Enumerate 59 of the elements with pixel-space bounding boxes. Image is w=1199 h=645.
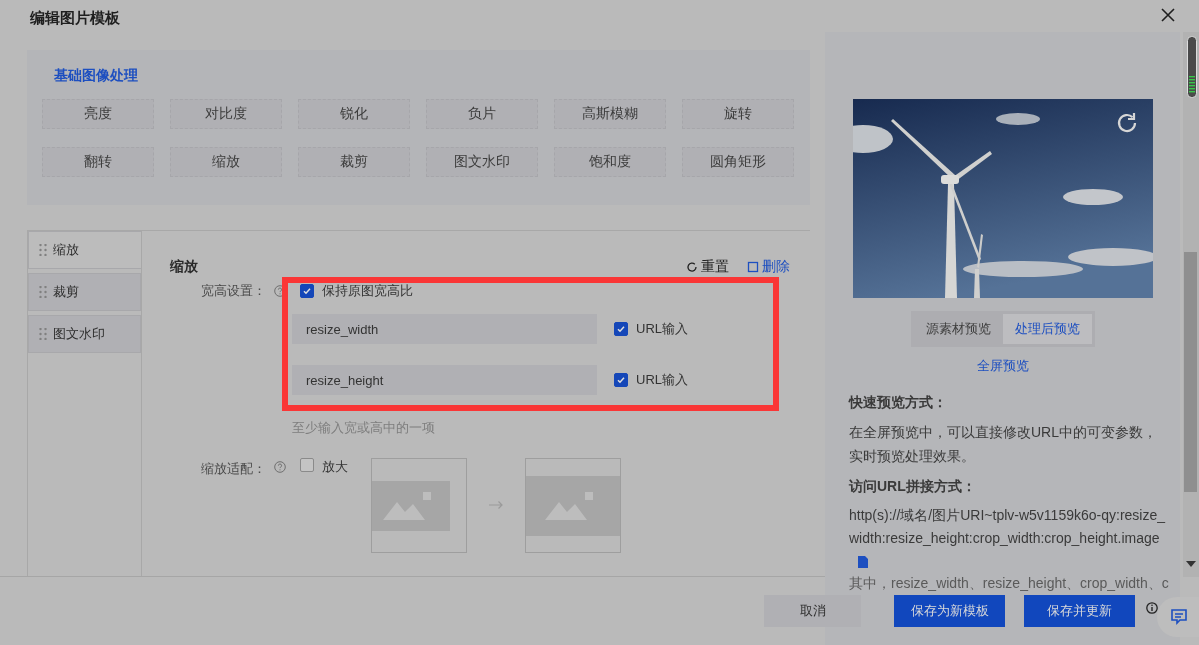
url-text: http(s)://域名/图片URI~tplv-w5v1159k6o-qy:resize_width:resize_height:crop_width:crop_height.image xyxy=(849,506,1167,548)
info-heading: 快速预览方式： xyxy=(849,393,948,412)
note-text: 其中，resize_width、resize_height、crop_width、c xyxy=(849,574,1168,593)
preview-tab[interactable]: 处理后预览 xyxy=(1002,314,1092,344)
operation-button[interactable]: 圆角矩形 xyxy=(682,147,794,177)
checkbox-label: URL输入 xyxy=(636,371,688,389)
operation-button[interactable]: 锐化 xyxy=(298,99,410,129)
drag-handle-icon xyxy=(39,244,47,256)
scroll-down-icon[interactable] xyxy=(1186,561,1196,567)
checkbox-label: 保持原图宽高比 xyxy=(322,282,413,300)
save-button[interactable]: 保存并更新 xyxy=(1024,595,1135,627)
drag-handle-icon xyxy=(39,286,47,298)
operation-button[interactable]: 图文水印 xyxy=(426,147,538,177)
field-label: 宽高设置： xyxy=(200,282,266,300)
section-title: 缩放 xyxy=(170,258,199,276)
close-icon[interactable] xyxy=(1161,8,1175,22)
input-field[interactable]: resize_height xyxy=(292,365,597,395)
checkbox[interactable] xyxy=(300,458,314,472)
scrollbar[interactable] xyxy=(1183,32,1199,577)
dialog-title: 编辑图片模板 xyxy=(30,9,120,28)
preview-tab[interactable]: 源素材预览 xyxy=(913,314,1003,344)
cancel-button[interactable]: 取消 xyxy=(764,595,861,627)
operation-button[interactable]: 饱和度 xyxy=(554,147,666,177)
step-tab[interactable]: 图文水印 xyxy=(28,315,141,353)
reset-button[interactable]: 重置 xyxy=(686,258,729,276)
checkbox-label: URL输入 xyxy=(636,320,688,338)
checkbox[interactable] xyxy=(614,322,628,336)
drag-handle-icon xyxy=(39,328,47,340)
chat-icon xyxy=(1170,608,1188,626)
checkbox[interactable] xyxy=(300,284,314,298)
copy-icon[interactable] xyxy=(857,555,869,569)
operation-button[interactable]: 亮度 xyxy=(42,99,154,129)
operation-button[interactable]: 对比度 xyxy=(170,99,282,129)
checkbox-label: 放大 xyxy=(322,458,348,476)
operation-button[interactable]: 裁剪 xyxy=(298,147,410,177)
info-heading: 访问URL拼接方式： xyxy=(849,477,977,496)
operation-button[interactable]: 负片 xyxy=(426,99,538,129)
field-label: 缩放适配： xyxy=(200,460,266,478)
operation-button[interactable]: 高斯模糊 xyxy=(554,99,666,129)
step-tab[interactable]: 缩放 xyxy=(28,231,142,269)
panel-heading: 基础图像处理 xyxy=(54,67,139,85)
arrow-icon xyxy=(489,501,503,509)
operation-button[interactable]: 缩放 xyxy=(170,147,282,177)
operation-button[interactable]: 旋转 xyxy=(682,99,794,129)
gauge-icon xyxy=(1187,36,1197,98)
input-field[interactable]: resize_width xyxy=(292,314,597,344)
square-icon xyxy=(747,261,759,273)
fullscreen-link[interactable]: 全屏预览 xyxy=(976,357,1029,375)
checkmark-icon xyxy=(616,375,626,385)
info-text: 在全屏预览中，可以直接修改URL中的可变参数，实时预览处理效果。 xyxy=(849,423,1158,466)
step-tab[interactable]: 裁剪 xyxy=(28,273,141,311)
info-icon[interactable] xyxy=(1146,602,1158,614)
operation-button[interactable]: 翻转 xyxy=(42,147,154,177)
checkbox[interactable] xyxy=(614,373,628,387)
checkmark-icon xyxy=(616,324,626,334)
checkmark-icon xyxy=(302,286,312,296)
refresh-icon xyxy=(686,261,698,273)
save-button[interactable]: 保存为新模板 xyxy=(894,595,1005,627)
delete-button[interactable]: 删除 xyxy=(747,258,790,276)
